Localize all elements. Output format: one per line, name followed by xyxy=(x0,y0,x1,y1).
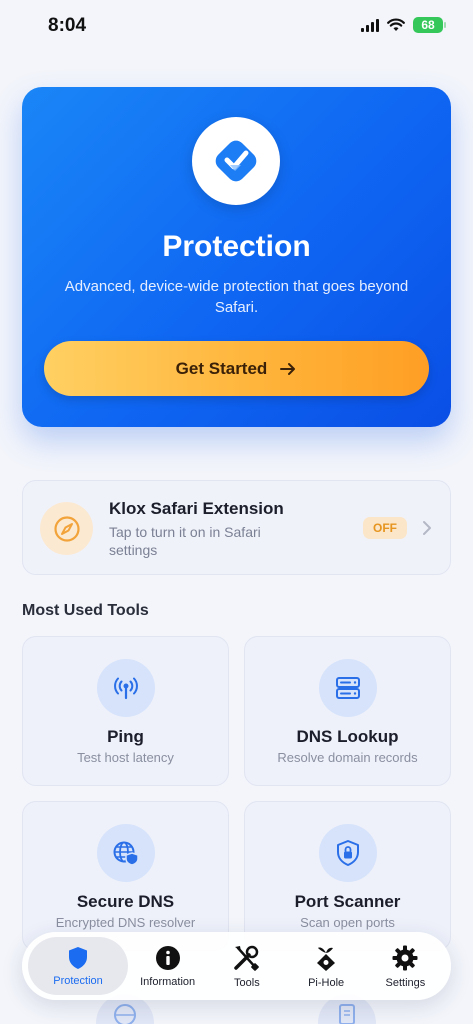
status-time: 8:04 xyxy=(48,15,87,36)
tool-description: Test host latency xyxy=(77,750,174,765)
tab-tools[interactable]: Tools xyxy=(207,937,286,995)
tools-icon xyxy=(234,945,259,971)
status-bar: 8:04 68 xyxy=(0,0,473,54)
server-icon xyxy=(336,677,360,699)
app-logo xyxy=(192,117,280,205)
battery-indicator: 68 xyxy=(413,17,446,33)
tool-name: Port Scanner xyxy=(294,892,401,911)
antenna-icon xyxy=(114,677,138,700)
get-started-label: Get Started xyxy=(175,358,268,378)
bottom-tab-bar: Protection Information Tools Pi-Hole Set… xyxy=(22,932,451,1000)
info-icon xyxy=(155,945,180,970)
hero-subtitle: Advanced, device-wide protection that go… xyxy=(64,278,409,316)
tool-card-dns-lookup[interactable]: DNS Lookup Resolve domain records xyxy=(244,636,451,786)
status-icons: 68 xyxy=(361,17,446,33)
tool-name: Ping xyxy=(107,727,144,746)
tab-information[interactable]: Information xyxy=(128,937,207,995)
globe-shield-icon xyxy=(113,841,139,866)
tool-description: Encrypted DNS resolver xyxy=(55,915,196,930)
tool-description: Resolve domain records xyxy=(277,750,418,765)
tool-description: Scan open ports xyxy=(300,915,395,930)
shield-icon xyxy=(69,946,87,969)
tab-label: Pi-Hole xyxy=(308,976,345,989)
tool-card-secure-dns[interactable]: Secure DNS Encrypted DNS resolver xyxy=(22,801,229,951)
tab-label: Tools xyxy=(234,976,260,989)
tool-name: Secure DNS xyxy=(76,892,175,911)
section-title-most-used: Most Used Tools xyxy=(22,602,149,619)
tool-card-ping[interactable]: Ping Test host latency xyxy=(22,636,229,786)
chevron-right-icon xyxy=(423,521,431,535)
tool-icon-container xyxy=(97,659,155,717)
wifi-icon xyxy=(387,18,405,31)
tab-pi-hole[interactable]: Pi-Hole xyxy=(287,937,366,995)
shield-lock-icon xyxy=(337,840,359,866)
safari-extension-card[interactable]: Klox Safari Extension Tap to turn it on … xyxy=(22,480,451,575)
tool-name: DNS Lookup xyxy=(296,727,399,746)
gear-icon xyxy=(392,945,418,970)
tab-protection[interactable]: Protection xyxy=(28,937,128,995)
tab-label: Settings xyxy=(385,976,426,989)
extension-icon-container xyxy=(40,502,93,555)
extension-status-badge: OFF xyxy=(363,517,407,539)
extension-description: Tap to turn it on in Safari settings xyxy=(109,524,261,558)
tool-icon-container xyxy=(319,659,377,717)
klox-logo-icon xyxy=(215,140,257,182)
protection-hero-card: Protection Advanced, device-wide protect… xyxy=(22,87,451,427)
cellular-signal-icon xyxy=(361,18,379,32)
extension-title: Klox Safari Extension xyxy=(109,499,284,518)
pihole-icon xyxy=(317,947,336,971)
compass-icon xyxy=(53,515,80,542)
tab-settings[interactable]: Settings xyxy=(366,937,445,995)
tool-card-port-scanner[interactable]: Port Scanner Scan open ports xyxy=(244,801,451,951)
tab-label: Protection xyxy=(53,974,103,987)
get-started-button[interactable]: Get Started xyxy=(44,341,429,396)
tab-label: Information xyxy=(140,975,196,988)
hero-title: Protection xyxy=(162,230,311,263)
tool-icon-container xyxy=(319,824,377,882)
tool-icon-container xyxy=(97,824,155,882)
arrow-right-icon xyxy=(280,362,296,375)
